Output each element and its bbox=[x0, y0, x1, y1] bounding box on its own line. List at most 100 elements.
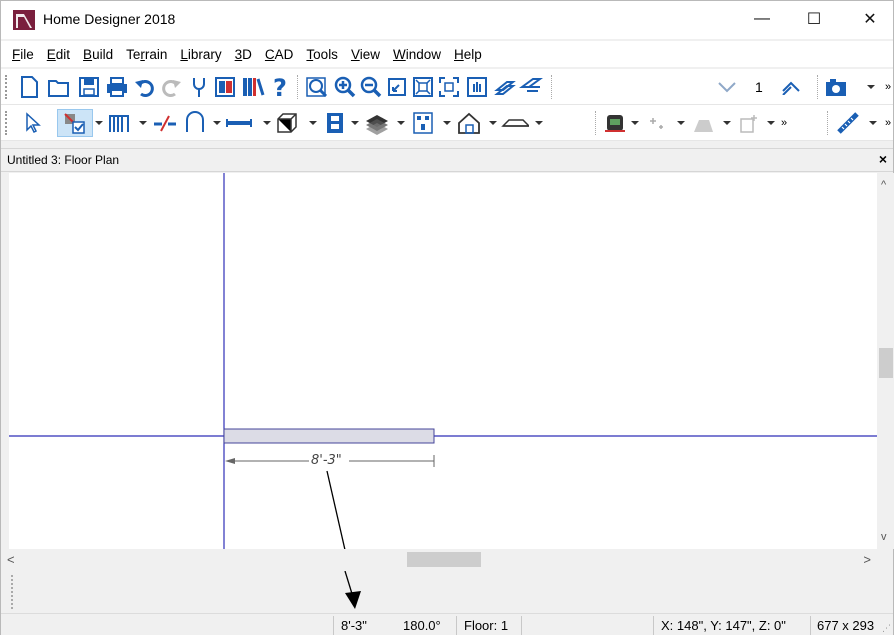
menu-terrain-label: rain bbox=[144, 46, 168, 62]
menu-terrain[interactable]: Terrain bbox=[126, 47, 167, 62]
toolbar-grip[interactable] bbox=[5, 75, 9, 99]
fill-window-icon[interactable] bbox=[409, 73, 437, 101]
pan-hand-icon[interactable] bbox=[463, 73, 491, 101]
menu-help[interactable]: Help bbox=[454, 47, 482, 62]
toolbar-grip[interactable] bbox=[5, 111, 9, 135]
svg-text:?: ? bbox=[273, 74, 287, 100]
horizontal-scrollbar[interactable]: < > bbox=[1, 549, 877, 570]
stairs-dropdown-icon[interactable] bbox=[351, 121, 359, 125]
railing-tool-icon[interactable] bbox=[105, 109, 133, 137]
terrain-object-dropdown-icon[interactable] bbox=[631, 121, 639, 125]
toolbar-separator bbox=[595, 111, 596, 135]
down-one-floor-icon[interactable] bbox=[713, 73, 741, 101]
save-icon[interactable] bbox=[75, 73, 103, 101]
menu-window[interactable]: Window bbox=[393, 47, 441, 62]
undo-zoom-icon[interactable] bbox=[383, 73, 411, 101]
help-icon[interactable]: ? bbox=[267, 73, 295, 101]
menu-library-label: ibrary bbox=[187, 46, 222, 62]
scroll-right-arrow-icon[interactable]: > bbox=[863, 552, 871, 567]
status-bar: 8'-3" 180.0° Floor: 1 X: 148", Y: 147", … bbox=[1, 613, 893, 635]
menu-3d[interactable]: 3D bbox=[235, 47, 252, 62]
terrain-point-dropdown-icon[interactable] bbox=[677, 121, 685, 125]
floor-plan-canvas[interactable]: 8'-3" bbox=[9, 173, 877, 549]
close-document-button[interactable]: × bbox=[879, 151, 887, 167]
terrain-object-icon[interactable] bbox=[601, 109, 629, 137]
library-browser-icon[interactable] bbox=[239, 73, 267, 101]
window-dropdown-icon[interactable] bbox=[263, 121, 271, 125]
window-tool-icon[interactable] bbox=[225, 109, 253, 137]
home-designer-logo-icon bbox=[13, 10, 35, 30]
standard-toolbar: ? 1 » bbox=[1, 69, 893, 105]
menu-file[interactable]: File bbox=[12, 47, 34, 62]
add-object-dropdown-icon[interactable] bbox=[767, 121, 775, 125]
add-object-icon[interactable] bbox=[735, 109, 763, 137]
wall-segment bbox=[223, 428, 435, 444]
menu-library[interactable]: Library bbox=[180, 47, 221, 62]
horizontal-scroll-thumb[interactable] bbox=[407, 552, 481, 567]
menu-build[interactable]: Build bbox=[83, 47, 113, 62]
toolbar-overflow[interactable]: » bbox=[885, 117, 891, 129]
zoom-select-icon[interactable] bbox=[303, 73, 331, 101]
terrain-feature-dropdown-icon[interactable] bbox=[723, 121, 731, 125]
scroll-up-arrow-icon[interactable]: ^ bbox=[881, 179, 886, 191]
electrical-tool-icon[interactable] bbox=[409, 109, 437, 137]
preferences-icon[interactable] bbox=[185, 73, 213, 101]
new-file-icon[interactable] bbox=[15, 73, 43, 101]
open-folder-icon[interactable] bbox=[45, 73, 73, 101]
wall-break-icon[interactable] bbox=[151, 109, 179, 137]
zoom-in-icon[interactable] bbox=[331, 73, 359, 101]
room-tool-icon[interactable] bbox=[455, 109, 483, 137]
plan-view-filter-icon[interactable] bbox=[517, 73, 545, 101]
undo-icon[interactable] bbox=[131, 73, 159, 101]
select-objects-icon[interactable] bbox=[19, 109, 47, 137]
document-title: Untitled 3: Floor Plan bbox=[7, 153, 120, 167]
railing-dropdown-icon[interactable] bbox=[139, 121, 147, 125]
dimension-dropdown-icon[interactable] bbox=[869, 121, 877, 125]
status-angle: 180.0° bbox=[403, 618, 441, 633]
door-tool-icon[interactable] bbox=[181, 109, 209, 137]
fill-window-all-floors-icon[interactable] bbox=[435, 73, 463, 101]
roof-dropdown-icon[interactable] bbox=[397, 121, 405, 125]
maximize-button[interactable]: ☐ bbox=[791, 1, 837, 37]
menu-tools-label: ools bbox=[313, 46, 338, 62]
close-window-button[interactable]: ✕ bbox=[847, 1, 893, 37]
room-dropdown-icon[interactable] bbox=[489, 121, 497, 125]
camera-dropdown-icon[interactable] bbox=[867, 85, 875, 89]
edit-tool-dropdown-icon[interactable] bbox=[95, 121, 103, 125]
resize-grip-icon[interactable]: ⋰ bbox=[882, 623, 891, 634]
menu-view[interactable]: View bbox=[351, 47, 380, 62]
edit-tool-active-icon[interactable] bbox=[57, 109, 93, 137]
menu-edit[interactable]: Edit bbox=[47, 47, 70, 62]
menu-cad[interactable]: CAD bbox=[265, 47, 294, 62]
electrical-dropdown-icon[interactable] bbox=[443, 121, 451, 125]
dimension-tool-icon[interactable] bbox=[835, 109, 863, 137]
up-one-floor-icon[interactable] bbox=[777, 73, 805, 101]
current-floor-number: 1 bbox=[755, 79, 763, 95]
terrain-point-icon[interactable] bbox=[643, 109, 671, 137]
toolbar-overflow[interactable]: » bbox=[885, 81, 891, 93]
print-icon[interactable] bbox=[103, 73, 131, 101]
roof-tool-icon[interactable] bbox=[363, 109, 391, 137]
zoom-out-icon[interactable] bbox=[357, 73, 385, 101]
redo-icon[interactable] bbox=[157, 73, 185, 101]
door-dropdown-icon[interactable] bbox=[213, 121, 221, 125]
scroll-left-arrow-icon[interactable]: < bbox=[7, 552, 15, 567]
materials-list-icon[interactable] bbox=[211, 73, 239, 101]
vertical-scroll-thumb[interactable] bbox=[879, 348, 893, 378]
scroll-down-arrow-icon[interactable]: v bbox=[881, 531, 887, 543]
toolbar-overflow[interactable]: » bbox=[781, 117, 787, 129]
vertical-scrollbar[interactable]: ^ v bbox=[877, 173, 894, 549]
terrain-feature-icon[interactable] bbox=[689, 109, 717, 137]
cabinet-dropdown-icon[interactable] bbox=[309, 121, 317, 125]
stairs-tool-icon[interactable] bbox=[321, 109, 349, 137]
menu-tools[interactable]: Tools bbox=[306, 47, 338, 62]
callout-arrow-line bbox=[326, 470, 346, 549]
status-canvas-size: 677 x 293 bbox=[817, 618, 875, 633]
floor-platform-dropdown-icon[interactable] bbox=[535, 121, 543, 125]
floor-platform-tool-icon[interactable] bbox=[501, 109, 529, 137]
minimize-button[interactable]: — bbox=[739, 1, 785, 37]
status-divider bbox=[333, 616, 334, 635]
layer-display-icon[interactable] bbox=[491, 73, 519, 101]
cabinet-tool-icon[interactable] bbox=[273, 109, 301, 137]
camera-icon[interactable] bbox=[823, 73, 851, 101]
